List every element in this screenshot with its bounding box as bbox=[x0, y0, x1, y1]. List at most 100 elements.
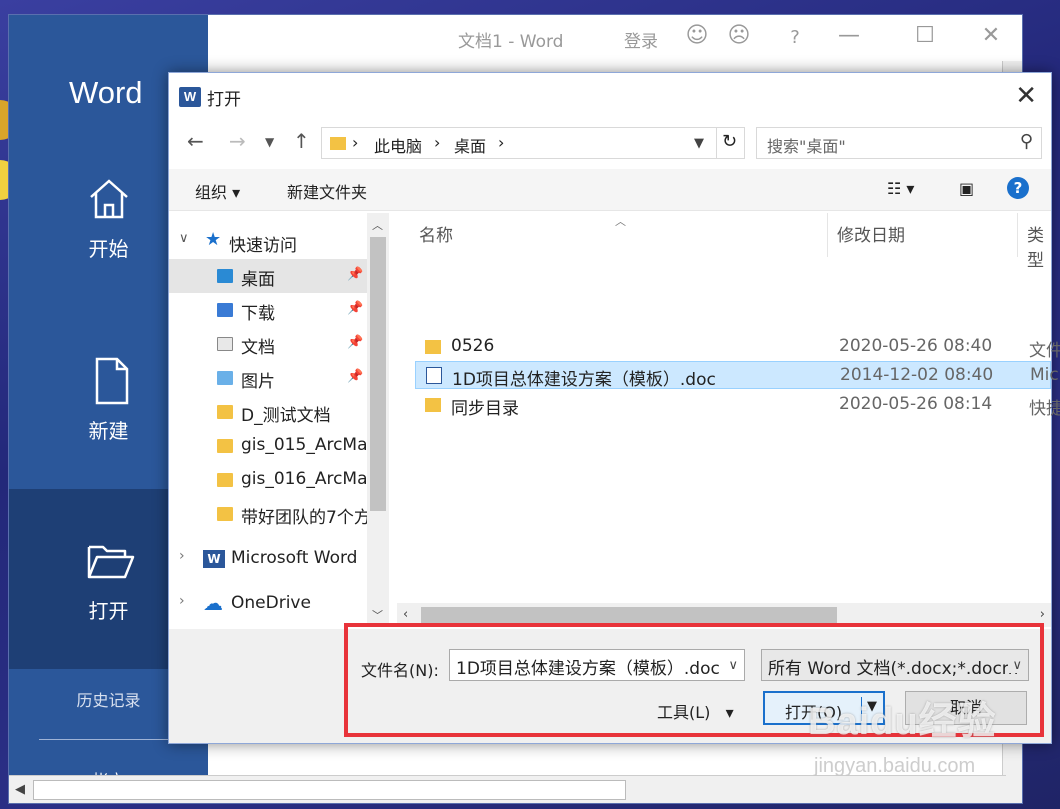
file-name-label: 文件名(N): bbox=[361, 661, 439, 680]
command-bar: 组织 ▾ 新建文件夹 ☷ ▾ ▣ ? bbox=[169, 169, 1051, 211]
nav-item-folder[interactable]: 带好团队的7个方 bbox=[169, 497, 367, 531]
help-icon[interactable]: ? bbox=[1007, 177, 1029, 199]
forward-arrow-icon[interactable]: → bbox=[229, 129, 246, 153]
scroll-right-icon[interactable]: › bbox=[1040, 607, 1045, 622]
chevron-down-icon[interactable]: ∨ bbox=[179, 231, 189, 246]
address-bar[interactable]: › 此电脑 › 桌面 › ▼ ↻ bbox=[321, 127, 745, 159]
window-title: 文档1 - Word bbox=[458, 32, 564, 52]
word-doc-icon bbox=[426, 367, 442, 384]
file-name-field[interactable]: 1D项目总体建设方案（模板）.doc ∨ bbox=[449, 649, 745, 681]
word-icon: W bbox=[179, 87, 201, 107]
breadcrumb-this-pc[interactable]: 此电脑 bbox=[374, 133, 422, 157]
scroll-left-icon[interactable]: ‹ bbox=[403, 607, 408, 622]
cloud-icon: ☁ bbox=[203, 591, 223, 615]
download-icon bbox=[217, 303, 233, 317]
nav-scrollbar[interactable]: ︿ ﹀ bbox=[367, 213, 389, 627]
minimize-icon[interactable]: — bbox=[834, 23, 864, 53]
file-type-select[interactable]: 所有 Word 文档(*.docx;*.docm ∨ bbox=[761, 649, 1029, 681]
address-row: ← → ▼ ↑ › 此电脑 › 桌面 › ▼ ↻ 搜索"桌面" ⚲ bbox=[169, 123, 1051, 163]
nav-item-folder[interactable]: gis_015_ArcMa bbox=[169, 429, 367, 463]
chevron-right-icon[interactable]: › bbox=[179, 548, 185, 564]
chevron-down-icon[interactable]: ∨ bbox=[1008, 658, 1022, 673]
star-icon: ★ bbox=[205, 229, 222, 250]
refresh-icon[interactable]: ↻ bbox=[722, 131, 737, 152]
file-row-selected[interactable]: 1D项目总体建设方案（模板）.doc 2014-12-02 08:40 Mic bbox=[415, 361, 1059, 390]
pin-icon[interactable]: 📌 bbox=[347, 301, 363, 316]
open-file-dialog: W 打开 ✕ ← → ▼ ↑ › 此电脑 › 桌面 › ▼ ↻ 搜索"桌面" ⚲… bbox=[168, 72, 1060, 744]
nav-item-pictures[interactable]: 图片 📌 bbox=[169, 361, 367, 395]
scrollbar-thumb[interactable] bbox=[370, 237, 386, 511]
file-list: 名称 ︿ 修改日期 类型 0526 2020-05-26 08:40 文件 1D… bbox=[391, 213, 1060, 627]
close-icon[interactable]: ✕ bbox=[1015, 81, 1037, 111]
scroll-down-icon[interactable]: ﹀ bbox=[372, 607, 383, 623]
pictures-icon bbox=[217, 371, 233, 385]
nav-item-desktop[interactable]: 桌面 📌 bbox=[169, 259, 367, 293]
shortcut-folder-icon bbox=[425, 398, 441, 412]
view-options-icon[interactable]: ☷ ▾ bbox=[887, 179, 914, 198]
open-folder-icon bbox=[87, 545, 135, 579]
search-icon: ⚲ bbox=[1019, 131, 1033, 152]
tools-menu[interactable]: 工具(L) ▾ bbox=[657, 699, 734, 723]
nav-item-folder[interactable]: D_测试文档 bbox=[169, 395, 367, 429]
scrollbar-thumb[interactable] bbox=[421, 607, 837, 623]
word-icon: W bbox=[203, 550, 225, 568]
organize-button[interactable]: 组织 ▾ bbox=[195, 179, 240, 203]
pin-icon[interactable]: 📌 bbox=[347, 267, 363, 282]
column-header-type[interactable]: 类型 bbox=[1027, 221, 1051, 271]
dialog-title: 打开 bbox=[207, 90, 241, 110]
scrollbar-thumb[interactable] bbox=[33, 780, 626, 800]
new-folder-button[interactable]: 新建文件夹 bbox=[287, 179, 367, 203]
list-horizontal-scrollbar[interactable]: ‹ › bbox=[397, 603, 1051, 627]
search-placeholder: 搜索"桌面" bbox=[767, 137, 846, 156]
sidebar-divider bbox=[39, 739, 179, 740]
preview-pane-icon[interactable]: ▣ bbox=[959, 179, 974, 198]
nav-onedrive[interactable]: › ☁ OneDrive bbox=[169, 587, 367, 621]
close-icon[interactable]: ✕ bbox=[976, 23, 1006, 53]
search-input[interactable]: 搜索"桌面" ⚲ bbox=[756, 127, 1042, 159]
chevron-down-icon[interactable]: ∨ bbox=[724, 658, 738, 673]
folder-icon bbox=[217, 473, 233, 487]
home-icon bbox=[90, 179, 128, 219]
maximize-icon[interactable]: ☐ bbox=[910, 23, 940, 53]
nav-item-documents[interactable]: 文档 📌 bbox=[169, 327, 367, 361]
back-arrow-icon[interactable]: ← bbox=[187, 129, 204, 153]
file-row[interactable]: 同步目录 2020-05-26 08:14 快捷 bbox=[415, 391, 1060, 419]
desktop-folder-icon bbox=[217, 269, 233, 283]
nav-item-downloads[interactable]: 下载 📌 bbox=[169, 293, 367, 327]
folder-icon bbox=[217, 439, 233, 453]
chevron-right-icon[interactable]: › bbox=[179, 593, 185, 609]
nav-item-folder[interactable]: gis_016_ArcMa bbox=[169, 463, 367, 497]
dialog-title-bar: W 打开 ✕ bbox=[169, 73, 1051, 119]
new-document-icon bbox=[95, 357, 129, 405]
file-row[interactable]: 0526 2020-05-26 08:40 文件 bbox=[415, 333, 1060, 361]
breadcrumb-desktop[interactable]: 桌面 bbox=[454, 133, 486, 157]
nav-microsoft-word[interactable]: › W Microsoft Word bbox=[169, 542, 367, 576]
breadcrumb-separator: › bbox=[352, 133, 359, 152]
folder-icon bbox=[330, 137, 346, 150]
breadcrumb-separator: › bbox=[498, 133, 505, 152]
chevron-down-icon[interactable]: ▼ bbox=[694, 136, 704, 151]
column-header-modified[interactable]: 修改日期 bbox=[837, 221, 905, 246]
recent-locations-icon[interactable]: ▼ bbox=[265, 135, 274, 149]
sort-indicator-icon: ︿ bbox=[615, 215, 626, 228]
folder-icon bbox=[425, 340, 441, 354]
watermark-url: jingyan.baidu.com bbox=[814, 755, 976, 777]
horizontal-scrollbar[interactable]: ◀ bbox=[9, 775, 1006, 803]
sign-in-link[interactable]: 登录 bbox=[624, 27, 658, 52]
smile-icon[interactable]: ☺ bbox=[682, 23, 712, 53]
watermark-logo: Baidu经验 bbox=[808, 701, 997, 743]
frown-icon[interactable]: ☹ bbox=[724, 23, 754, 53]
scroll-left-icon[interactable]: ◀ bbox=[15, 782, 25, 797]
pin-icon[interactable]: 📌 bbox=[347, 335, 363, 350]
help-icon[interactable]: ? bbox=[780, 27, 810, 57]
column-header-name[interactable]: 名称 bbox=[419, 221, 453, 246]
folder-icon bbox=[217, 405, 233, 419]
scroll-up-icon[interactable]: ︿ bbox=[372, 217, 383, 233]
nav-quick-access[interactable]: ∨ ★ 快速访问 bbox=[169, 225, 367, 259]
up-arrow-icon[interactable]: ↑ bbox=[293, 129, 310, 153]
folder-icon bbox=[217, 507, 233, 521]
word-title-bar: 文档1 - Word 登录 ☺ ☹ ? — ☐ ✕ bbox=[208, 15, 1022, 61]
pin-icon[interactable]: 📌 bbox=[347, 369, 363, 384]
navigation-pane: ∨ ★ 快速访问 桌面 📌 下载 📌 文档 📌 图片 📌 D_测试文档 gis_… bbox=[169, 213, 389, 627]
breadcrumb-separator: › bbox=[434, 133, 441, 152]
